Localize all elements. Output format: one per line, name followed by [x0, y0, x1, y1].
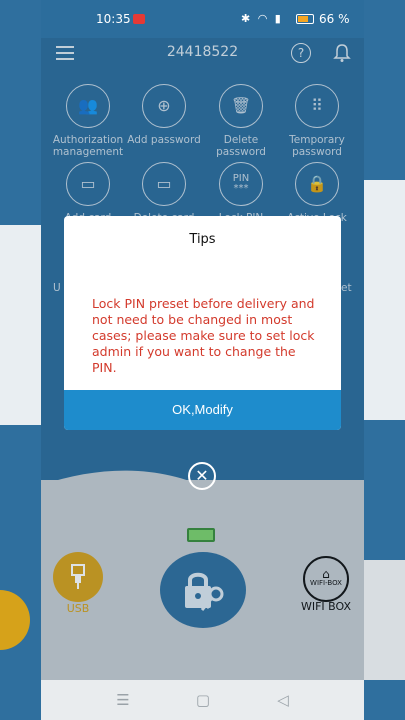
battery-percent: 66 % — [319, 12, 350, 26]
close-dialog-icon[interactable]: ✕ — [188, 462, 216, 490]
blur-band — [364, 180, 405, 420]
blur-blob — [0, 590, 30, 650]
blur-band — [0, 225, 41, 425]
back-icon[interactable]: ◁ — [271, 690, 295, 710]
dialog-title: Tips — [189, 232, 216, 247]
tips-dialog: Tips Lock PIN preset before delivery and… — [64, 216, 341, 430]
ok-modify-button[interactable]: OK,Modify — [64, 390, 341, 430]
battery-icon — [296, 14, 314, 24]
system-nav-bar: ☰ ▢ ◁ — [41, 680, 364, 720]
signal-icons: ✱ ◠ ▮ — [241, 12, 283, 25]
dialog-message: Lock PIN preset before delivery and not … — [92, 296, 315, 375]
left-letterbox — [0, 0, 41, 720]
recording-icon — [133, 14, 145, 24]
status-time: 10:35 — [96, 12, 131, 26]
recent-apps-icon[interactable]: ☰ — [111, 690, 135, 710]
blur-band — [364, 560, 405, 680]
home-icon[interactable]: ▢ — [191, 690, 215, 710]
status-bar: 10:35 ✱ ◠ ▮ 66 % — [41, 0, 364, 38]
right-letterbox — [364, 0, 405, 720]
